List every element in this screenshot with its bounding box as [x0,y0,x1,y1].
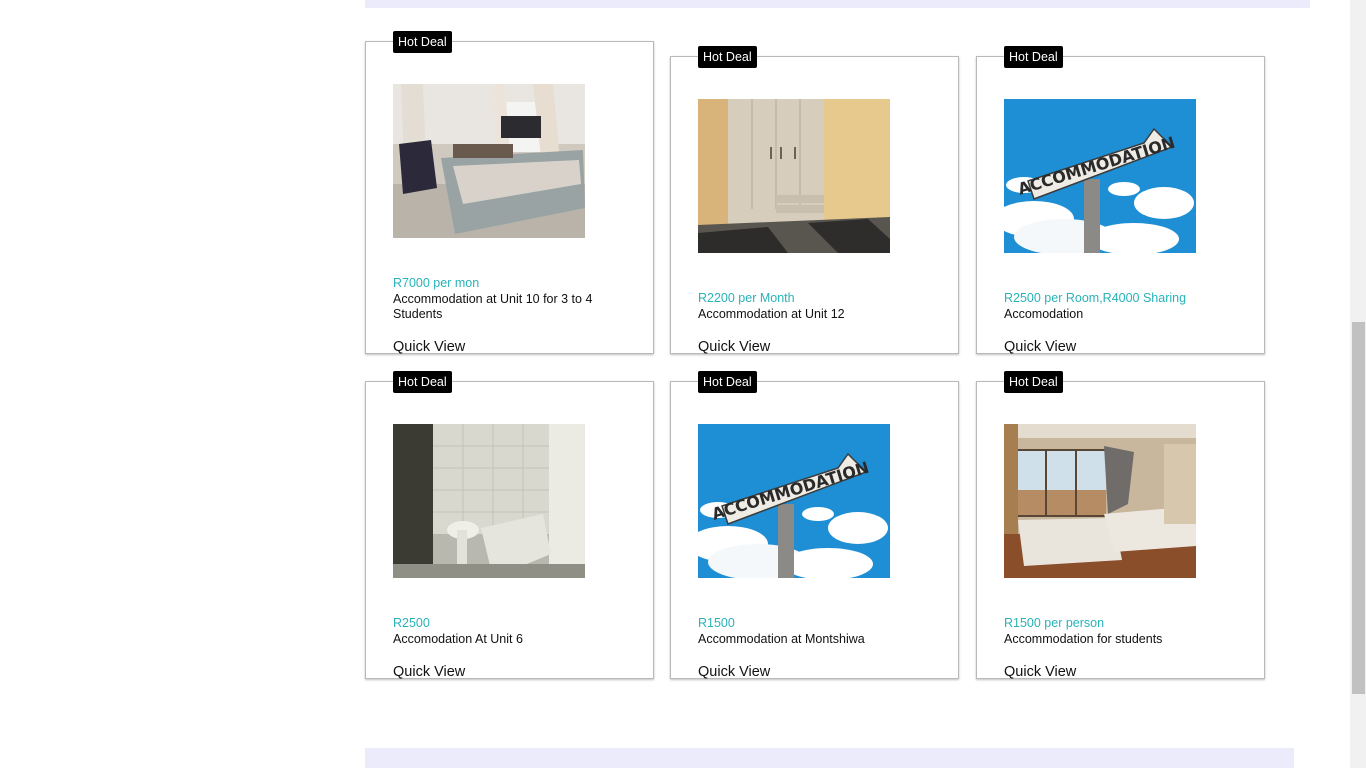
top-section-band [365,0,1310,8]
hot-deal-badge: Hot Deal [698,371,757,393]
quick-view-link[interactable]: Quick View [698,664,770,680]
listing-price: R1500 per person [1004,616,1105,630]
listing-price: R2500 per Room,R4000 Sharing [1004,291,1187,305]
hot-deal-badge: Hot Deal [1004,371,1063,393]
listing-title: Accommodation for students [1004,632,1163,646]
bottom-section-band [365,748,1294,768]
listing-price: R1500 [698,616,735,630]
page: Hot Deal R7000 per mon Accommodation at … [0,0,1366,768]
listing-card[interactable]: Hot Deal ACCOMMODATION R2500 per Room,R4… [976,46,1265,355]
listing-card[interactable]: Hot Deal R2500 Accomodation At Unit 6 Qu… [365,371,654,680]
scrollbar-thumb[interactable] [1352,322,1365,694]
quick-view-link[interactable]: Quick View [1004,339,1076,355]
listing-card[interactable]: Hot Deal R2200 per Month Accommodation a… [670,46,959,355]
listing-card[interactable]: Hot Deal R7000 per mon Accommodation at … [365,31,654,355]
listing-title: Accommodation at Unit 12 [698,307,845,321]
quick-view-link[interactable]: Quick View [1004,664,1076,680]
hot-deal-badge: Hot Deal [393,31,452,53]
listing-photo-wardrobe-room[interactable] [698,99,890,253]
listing-card[interactable]: Hot Deal R1500 per person Accommodation … [976,371,1265,680]
hot-deal-badge: Hot Deal [393,371,452,393]
listing-photo-accommodation-sign[interactable]: ACCOMMODATION [1004,99,1196,253]
hot-deal-badge: Hot Deal [1004,46,1063,68]
listing-photo-twin-bedroom[interactable] [1004,424,1196,578]
listing-card[interactable]: Hot Deal ACCOMMODATION R1500 Accommodati… [670,371,959,680]
quick-view-link[interactable]: Quick View [698,339,770,355]
listing-photo-bathroom[interactable] [393,424,585,578]
hot-deal-badge: Hot Deal [698,46,757,68]
listing-title: Accomodation [1004,307,1084,321]
quick-view-link[interactable]: Quick View [393,339,465,355]
listing-price: R7000 per mon [393,276,480,290]
listing-price: R2500 [393,616,430,630]
listing-title: Accommodation at Montshiwa [698,632,865,646]
quick-view-link[interactable]: Quick View [393,664,465,680]
listing-title: Accommodation at Unit 10 for 3 to 4 Stud… [393,292,593,321]
listing-photo-accommodation-sign[interactable]: ACCOMMODATION [698,424,890,578]
listing-title: Accomodation At Unit 6 [393,632,523,646]
listing-photo-bedroom[interactable] [393,84,585,238]
listing-price: R2200 per Month [698,291,795,305]
